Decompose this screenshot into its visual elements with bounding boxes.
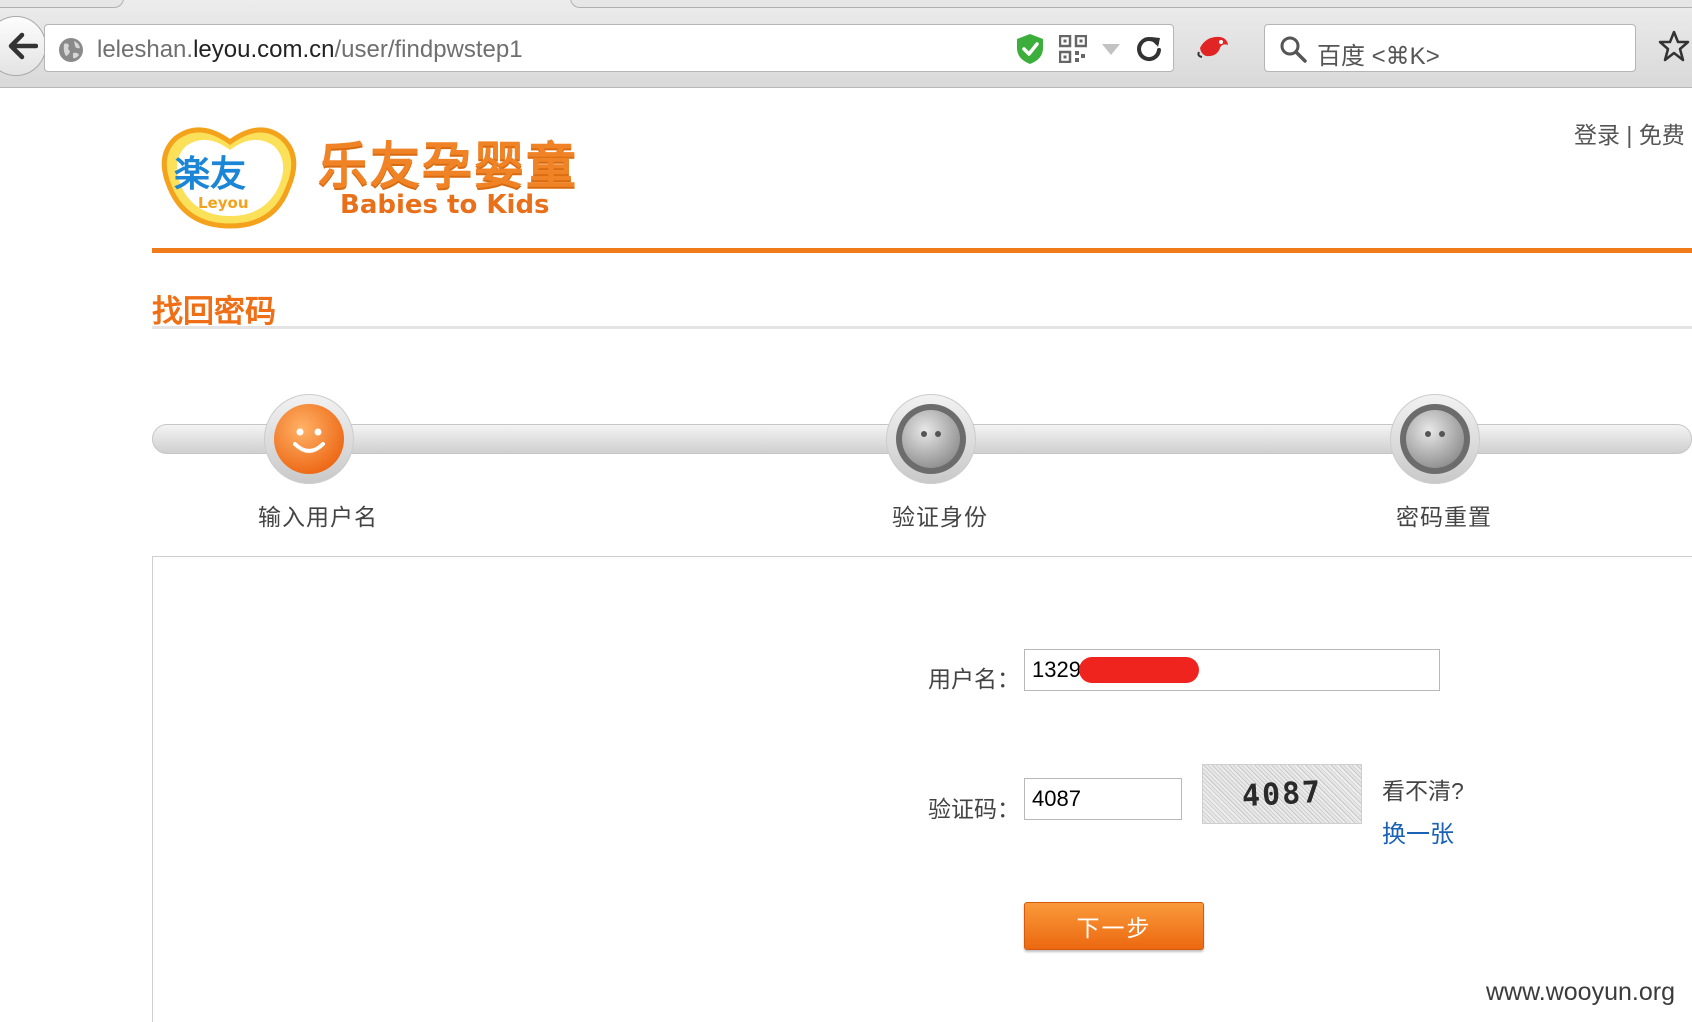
shield-check-icon[interactable] [1015,33,1045,65]
extension-red-bird-icon[interactable] [1196,32,1230,65]
tab[interactable] [0,0,124,8]
svg-text:楽友: 楽友 [174,154,246,195]
logo-english-text: Babies to Kids [340,190,550,220]
smiley-inactive-icon [896,404,966,474]
next-step-button[interactable]: 下一步 [1024,902,1204,950]
reload-icon[interactable] [1135,35,1163,63]
redaction-mark [1079,657,1199,683]
step-2-indicator [886,394,976,484]
url-icon-group [1015,32,1163,66]
step-3-label: 密码重置 [1396,504,1492,530]
address-bar[interactable]: leleshan.leyou.com.cn/user/findpwstep1 [44,24,1174,72]
title-divider [152,326,1692,329]
step-1-label: 输入用户名 [258,504,378,530]
header-divider [152,248,1692,253]
captcha-input[interactable] [1024,778,1182,820]
logo-badge: 楽友 Leyou [161,127,297,229]
step-1-indicator [264,394,354,484]
bookmark-star-icon[interactable] [1658,30,1690,67]
top-links: 登录 | 免费 [1574,116,1685,150]
top-links-separator: | [1620,122,1639,148]
logo-chinese-text: 乐友孕婴童 [318,137,578,195]
captcha-unclear-text: 看不清? [1382,778,1464,804]
smiley-inactive-icon [1400,404,1470,474]
globe-icon [57,36,85,69]
tab-active[interactable] [570,0,1692,8]
qr-code-icon[interactable] [1059,35,1087,63]
site-logo[interactable]: 楽友 Leyou 乐友孕婴童 Babies to Kids [160,122,600,232]
step-3-indicator [1390,394,1480,484]
search-icon [1279,35,1307,68]
url-text[interactable]: leleshan.leyou.com.cn/user/findpwstep1 [97,36,523,64]
smiley-active-icon [274,404,344,474]
svg-text:Leyou: Leyou [198,194,249,212]
captcha-label: 验证码： [928,796,1020,822]
watermark: www.wooyun.org [1486,978,1675,1006]
step-2-label: 验证身份 [892,504,988,530]
captcha-image-text: 4087 [1241,774,1323,814]
back-button[interactable] [0,16,46,76]
back-arrow-icon [8,32,38,60]
browser-toolbar: leleshan.leyou.com.cn/user/findpwstep1 百… [0,0,1692,88]
dropdown-triangle-icon[interactable] [1101,42,1121,56]
username-label: 用户名： [928,666,1020,692]
refresh-captcha-link[interactable]: 换一张 [1382,814,1454,849]
search-placeholder: 百度 <⌘K> [1317,43,1440,70]
login-link[interactable]: 登录 [1574,122,1620,148]
register-link[interactable]: 免费 [1639,122,1685,148]
search-bar[interactable]: 百度 <⌘K> [1264,24,1636,72]
captcha-image[interactable]: 4087 [1202,764,1362,824]
tab-strip [0,0,1692,8]
page-title: 找回密码 [152,294,276,329]
